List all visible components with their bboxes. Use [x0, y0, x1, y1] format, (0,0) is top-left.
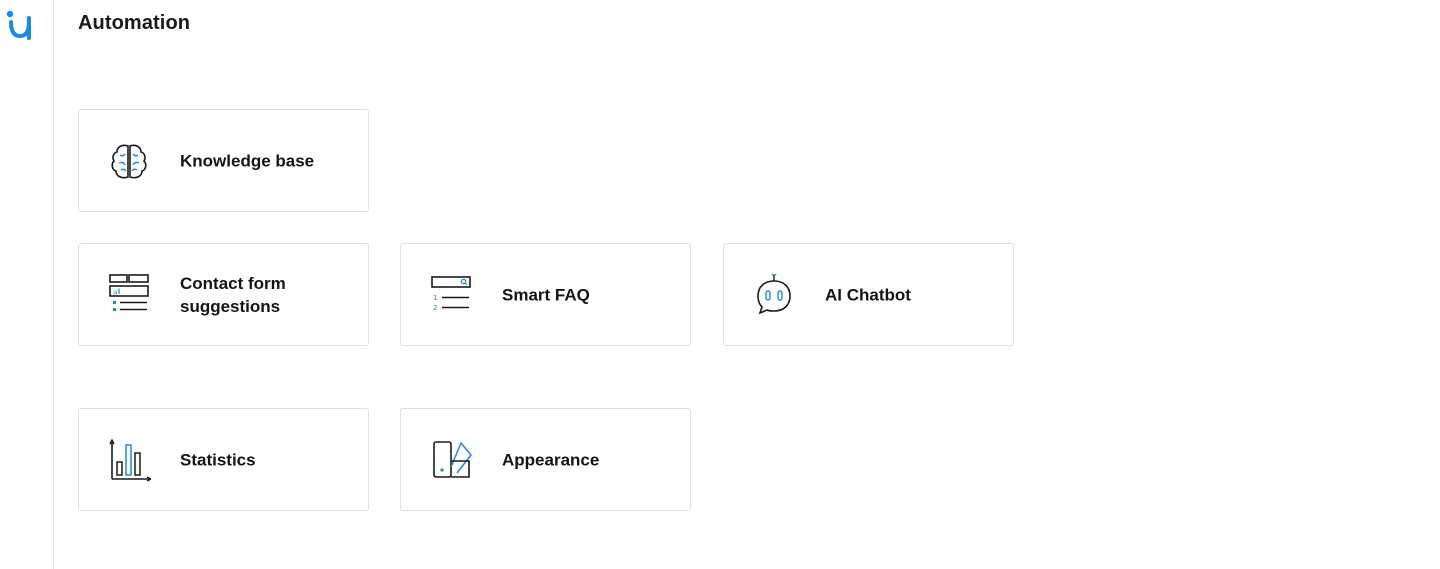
bar-chart-icon — [109, 439, 151, 482]
card-label: Smart FAQ — [502, 285, 590, 304]
svg-text:a: a — [113, 289, 117, 297]
card-label: Appearance — [502, 450, 600, 469]
card-contact-form-suggestions[interactable]: a Contact form suggestions — [78, 243, 369, 346]
card-label: Knowledge base — [180, 151, 315, 170]
numbered-list-search-icon: 1 2 — [431, 276, 471, 312]
card-statistics[interactable]: Statistics — [78, 408, 369, 511]
svg-text:1: 1 — [433, 294, 437, 302]
form-list-icon: a — [109, 274, 149, 311]
card-knowledge-base[interactable]: Knowledge base — [78, 109, 369, 212]
brain-icon — [111, 144, 147, 179]
robot-chat-icon — [757, 274, 791, 315]
svg-text:2: 2 — [433, 304, 437, 312]
card-label: Statistics — [180, 450, 256, 469]
brand-logo-icon[interactable] — [5, 8, 35, 40]
palette-swatch-icon — [433, 441, 472, 478]
page-title: Automation — [78, 12, 191, 34]
card-appearance[interactable]: Appearance — [400, 408, 691, 511]
sidebar — [0, 0, 54, 569]
card-label: AI Chatbot — [825, 285, 911, 304]
card-smart-faq[interactable]: 1 2 Smart FAQ — [400, 243, 691, 346]
card-label: Contact form suggestions — [180, 273, 286, 316]
card-ai-chatbot[interactable]: AI Chatbot — [723, 243, 1014, 346]
